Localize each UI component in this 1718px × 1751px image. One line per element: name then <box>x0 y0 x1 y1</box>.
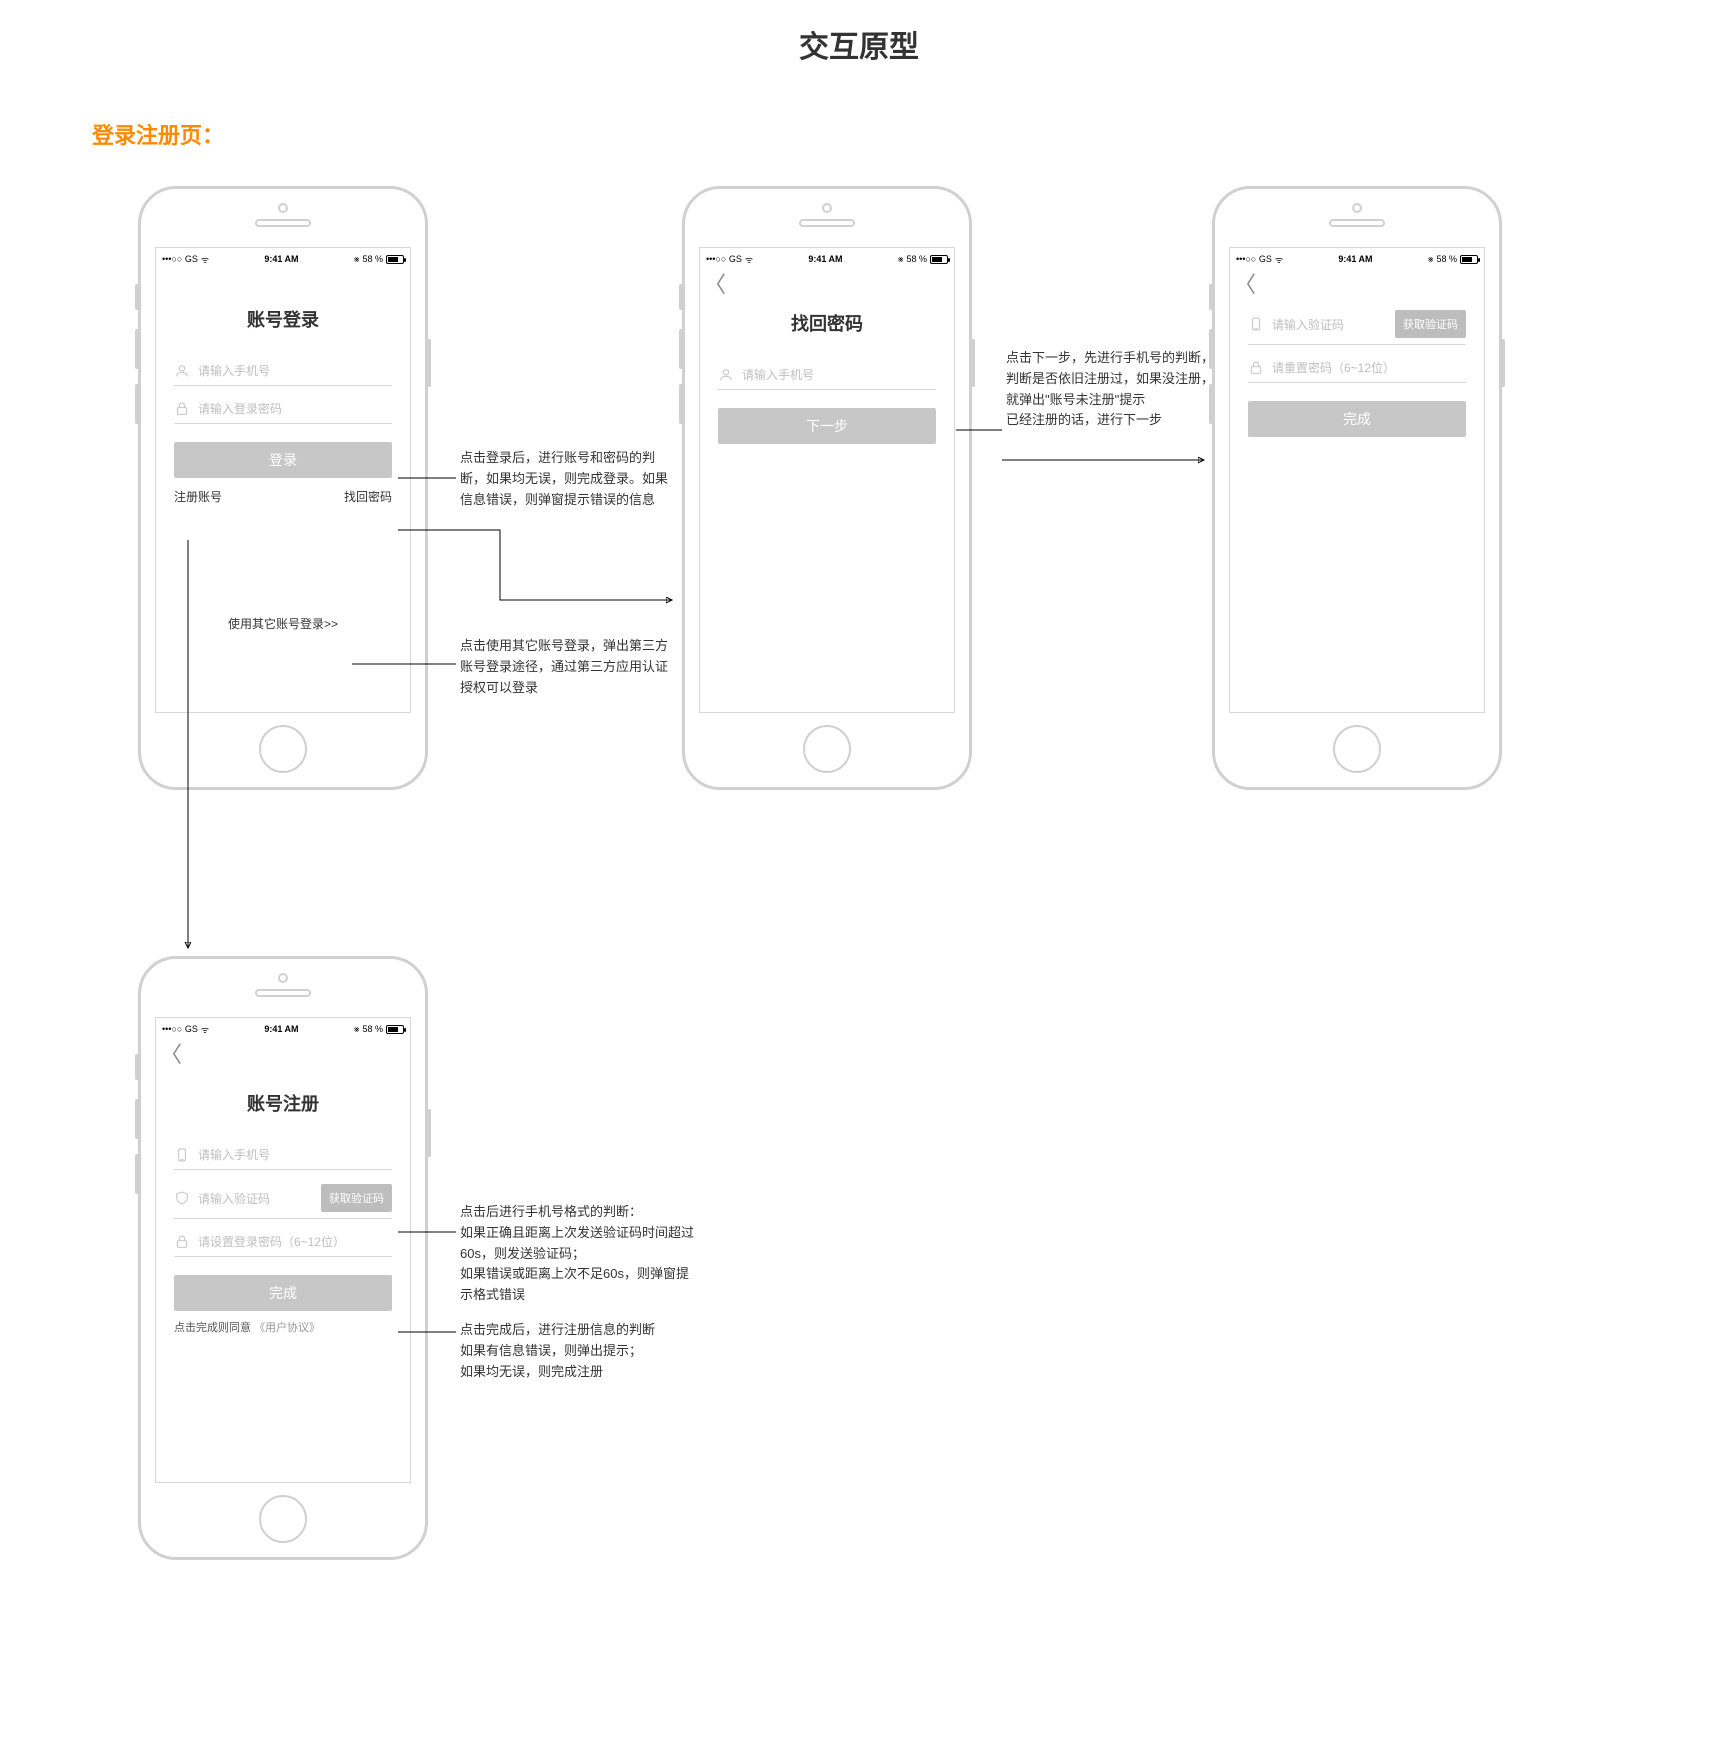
battery-icon <box>1460 255 1478 264</box>
status-time: 9:41 AM <box>209 1024 354 1034</box>
speaker-slot <box>255 989 311 997</box>
reset-password-field[interactable]: 请重置密码（6~12位） <box>1248 351 1466 383</box>
bluetooth-icon: ⨳ <box>898 254 904 265</box>
battery-text: 58 % <box>362 1024 383 1034</box>
phone-field[interactable]: 请输入手机号 <box>174 1138 392 1170</box>
done-button[interactable]: 完成 <box>174 1275 392 1311</box>
register-title: 账号注册 <box>174 1090 392 1116</box>
battery-icon <box>930 255 948 264</box>
get-code-button[interactable]: 获取验证码 <box>1395 310 1466 338</box>
bluetooth-icon: ⨳ <box>354 1024 360 1035</box>
status-time: 9:41 AM <box>209 254 354 264</box>
wifi-icon: ᯤ <box>201 1023 209 1036</box>
carrier-text: •••○○ GS <box>162 254 198 264</box>
carrier-text: •••○○ GS <box>706 254 742 264</box>
password-field[interactable]: 请输入登录密码 <box>174 392 392 424</box>
status-bar: •••○○ GS ᯤ 9:41 AM ⨳ 58 % <box>1230 248 1484 270</box>
register-link[interactable]: 注册账号 <box>174 488 222 505</box>
user-icon <box>174 363 190 379</box>
code-placeholder: 请输入验证码 <box>198 1190 313 1207</box>
speaker-slot <box>799 219 855 227</box>
camera-dot <box>1352 203 1362 213</box>
bluetooth-icon: ⨳ <box>354 254 360 265</box>
wifi-icon: ᯤ <box>1275 253 1283 266</box>
battery-text: 58 % <box>1436 254 1457 264</box>
other-login-link[interactable]: 使用其它账号登录>> <box>174 615 392 632</box>
wifi-icon: ᯤ <box>201 253 209 266</box>
password-placeholder: 请输入登录密码 <box>198 400 392 417</box>
next-button[interactable]: 下一步 <box>718 408 936 444</box>
camera-dot <box>278 973 288 983</box>
note-login-submit: 点击登录后，进行账号和密码的判断，如果均无误，则完成登录。如果信息错误，则弹窗提… <box>460 448 670 510</box>
camera-dot <box>278 203 288 213</box>
phone-login: •••○○ GS ᯤ 9:41 AM ⨳ 58 % 账号登录 请输入手机号 <box>138 186 428 790</box>
home-button[interactable] <box>1333 725 1381 773</box>
code-field[interactable]: 请输入验证码 获取验证码 <box>174 1176 392 1219</box>
set-password-field[interactable]: 请设置登录密码（6~12位） <box>174 1225 392 1257</box>
phone-field[interactable]: 请输入手机号 <box>718 358 936 390</box>
battery-text: 58 % <box>362 254 383 264</box>
speaker-slot <box>255 219 311 227</box>
back-button[interactable]: 〈 <box>156 1040 410 1066</box>
back-button[interactable]: 〈 <box>700 270 954 296</box>
login-button[interactable]: 登录 <box>174 442 392 478</box>
done-button[interactable]: 完成 <box>1248 401 1466 437</box>
home-button[interactable] <box>259 1495 307 1543</box>
camera-dot <box>822 203 832 213</box>
status-bar: •••○○ GS ᯤ 9:41 AM ⨳ 58 % <box>156 248 410 270</box>
carrier-text: •••○○ GS <box>162 1024 198 1034</box>
note-forgot-next: 点击下一步，先进行手机号的判断，判断是否依旧注册过，如果没注册，就弹出"账号未注… <box>1006 348 1216 431</box>
note-login-other: 点击使用其它账号登录，弹出第三方账号登录途径，通过第三方应用认证授权可以登录 <box>460 636 670 698</box>
phone-icon <box>174 1147 190 1163</box>
carrier-text: •••○○ GS <box>1236 254 1272 264</box>
phone-reset: •••○○ GS ᯤ 9:41 AM ⨳ 58 % 〈 请输入验证码 获取验证码 <box>1212 186 1502 790</box>
lock-icon <box>174 401 190 417</box>
section-title: 登录注册页： <box>92 118 224 150</box>
agree-prefix: 点击完成则同意 <box>174 1322 251 1334</box>
shield-icon <box>174 1190 190 1206</box>
set-password-placeholder: 请设置登录密码（6~12位） <box>198 1233 392 1250</box>
status-time: 9:41 AM <box>1283 254 1428 264</box>
status-bar: •••○○ GS ᯤ 9:41 AM ⨳ 58 % <box>700 248 954 270</box>
login-title: 账号登录 <box>174 306 392 332</box>
note-register-done: 点击完成后，进行注册信息的判断 如果有信息错误，则弹出提示； 如果均无误，则完成… <box>460 1320 655 1382</box>
phone-field[interactable]: 请输入手机号 <box>174 354 392 386</box>
user-agreement-link[interactable]: 《用户协议》 <box>254 1322 320 1334</box>
status-bar: •••○○ GS ᯤ 9:41 AM ⨳ 58 % <box>156 1018 410 1040</box>
battery-icon <box>386 255 404 264</box>
wifi-icon: ᯤ <box>745 253 753 266</box>
lock-icon <box>174 1234 190 1250</box>
home-button[interactable] <box>803 725 851 773</box>
bluetooth-icon: ⨳ <box>1428 254 1434 265</box>
agree-text: 点击完成则同意 《用户协议》 <box>174 1319 392 1335</box>
battery-icon <box>386 1025 404 1034</box>
user-icon <box>718 367 734 383</box>
forgot-title: 找回密码 <box>718 310 936 336</box>
reset-password-placeholder: 请重置密码（6~12位） <box>1272 359 1466 376</box>
page-title: 交互原型 <box>0 22 1718 66</box>
note-register-getcode: 点击后进行手机号格式的判断： 如果正确且距离上次发送验证码时间超过60s，则发送… <box>460 1202 700 1306</box>
phone-placeholder: 请输入手机号 <box>742 366 936 383</box>
phone-placeholder: 请输入手机号 <box>198 362 392 379</box>
get-code-button[interactable]: 获取验证码 <box>321 1184 392 1212</box>
back-button[interactable]: 〈 <box>1230 270 1484 296</box>
phone-icon <box>1248 316 1264 332</box>
phone-forgot: •••○○ GS ᯤ 9:41 AM ⨳ 58 % 〈 找回密码 请输入手机号 … <box>682 186 972 790</box>
lock-icon <box>1248 360 1264 376</box>
forgot-link[interactable]: 找回密码 <box>344 488 392 505</box>
phone-placeholder: 请输入手机号 <box>198 1146 392 1163</box>
status-time: 9:41 AM <box>753 254 898 264</box>
code-placeholder: 请输入验证码 <box>1272 316 1387 333</box>
code-field[interactable]: 请输入验证码 获取验证码 <box>1248 302 1466 345</box>
speaker-slot <box>1329 219 1385 227</box>
battery-text: 58 % <box>906 254 927 264</box>
phone-register: •••○○ GS ᯤ 9:41 AM ⨳ 58 % 〈 账号注册 请输入手机号 <box>138 956 428 1560</box>
home-button[interactable] <box>259 725 307 773</box>
